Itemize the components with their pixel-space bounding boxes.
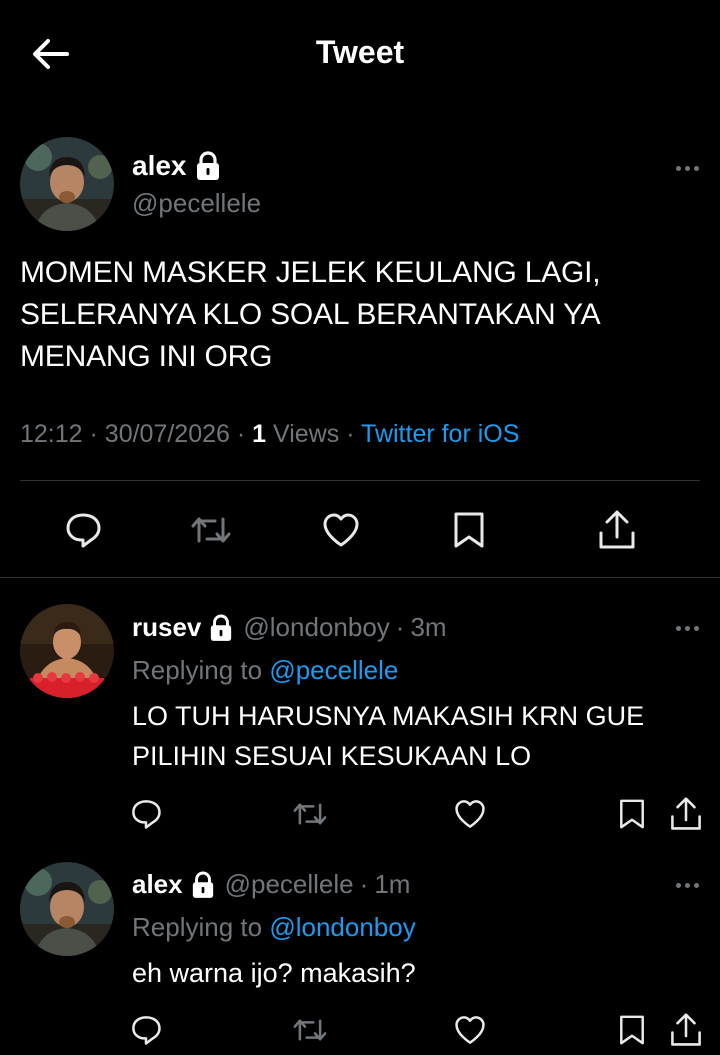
reply-time: 1m (374, 869, 411, 899)
reply-button[interactable] (126, 1010, 166, 1050)
retweet-icon (191, 517, 231, 543)
replying-to-handle[interactable]: @londonboy (269, 912, 415, 942)
more-options-button[interactable] (667, 873, 707, 897)
like-button[interactable] (450, 1010, 490, 1050)
retweet-button[interactable] (188, 507, 234, 553)
comment-icon (132, 1016, 161, 1045)
bookmark-button[interactable] (446, 507, 492, 553)
bookmark-button[interactable] (612, 794, 652, 834)
reply-header: alex @pecellele · 1m (132, 869, 411, 900)
reply-author-name: rusev (132, 612, 202, 642)
replying-to-handle[interactable]: @pecellele (269, 655, 398, 685)
tweet-time: 12:12 (20, 420, 83, 448)
reply-author-name: alex (132, 869, 183, 899)
reply-button[interactable] (126, 794, 166, 834)
page-title: Tweet (315, 34, 405, 70)
like-button[interactable] (318, 507, 364, 553)
comment-icon (132, 800, 161, 829)
more-options-button[interactable] (667, 616, 707, 640)
heart-icon (323, 513, 359, 547)
heart-icon (455, 1016, 485, 1044)
more-icon (675, 882, 681, 888)
share-button[interactable] (594, 507, 640, 553)
lock-icon (211, 614, 232, 641)
reply-text: LO TUH HARUSNYA MAKASIH KRN GUE PILIHIN … (132, 701, 645, 771)
comment-icon (66, 513, 101, 548)
share-icon (671, 1013, 701, 1046)
views-label[interactable]: Views (273, 420, 339, 448)
retweet-button[interactable] (290, 794, 330, 834)
author-handle[interactable]: @pecellele (132, 188, 261, 219)
bookmark-icon (454, 512, 484, 548)
retweet-icon (293, 1019, 327, 1041)
retweet-button[interactable] (290, 1010, 330, 1050)
reply-author-handle[interactable]: @pecellele (225, 869, 354, 900)
bookmark-button[interactable] (612, 1010, 652, 1050)
reply-author-handle[interactable]: @londonboy (243, 612, 389, 643)
replying-to: Replying to @pecellele (132, 655, 399, 685)
more-icon (675, 625, 681, 631)
lock-icon (196, 151, 219, 180)
bookmark-icon (620, 799, 644, 829)
reply-button[interactable] (60, 507, 106, 553)
tweet-source[interactable]: Twitter for iOS (361, 420, 519, 448)
divider (0, 577, 720, 578)
views-count: 1 (252, 420, 267, 448)
author-name: alex (132, 150, 187, 181)
avatar[interactable] (20, 604, 114, 698)
tweet-meta: 12:12 · 30/07/2026 · 1 Views · Twitter f… (20, 420, 520, 448)
author-name-row: alex (132, 150, 221, 182)
tweet-text: MOMEN MASKER JELEK KEULANG LAGI, SELERAN… (20, 256, 601, 373)
share-icon (671, 797, 701, 830)
reply-header: rusev @londonboy · 3m (132, 612, 447, 643)
retweet-icon (293, 803, 327, 825)
reply-time: 3m (410, 612, 447, 642)
replying-to: Replying to @londonboy (132, 912, 416, 942)
heart-icon (455, 800, 485, 828)
divider (20, 480, 700, 481)
share-button[interactable] (666, 794, 706, 834)
avatar[interactable] (20, 862, 114, 956)
reply-text: eh warna ijo? makasih? (132, 958, 416, 988)
top-bar: Tweet (0, 0, 720, 110)
more-options-button[interactable] (667, 156, 707, 180)
like-button[interactable] (450, 794, 490, 834)
tweet-date: 30/07/2026 (104, 420, 230, 448)
more-icon (675, 165, 681, 171)
bookmark-icon (620, 1015, 644, 1045)
share-icon (599, 510, 635, 549)
lock-icon (192, 871, 213, 898)
share-button[interactable] (666, 1010, 706, 1050)
avatar[interactable] (20, 137, 114, 231)
